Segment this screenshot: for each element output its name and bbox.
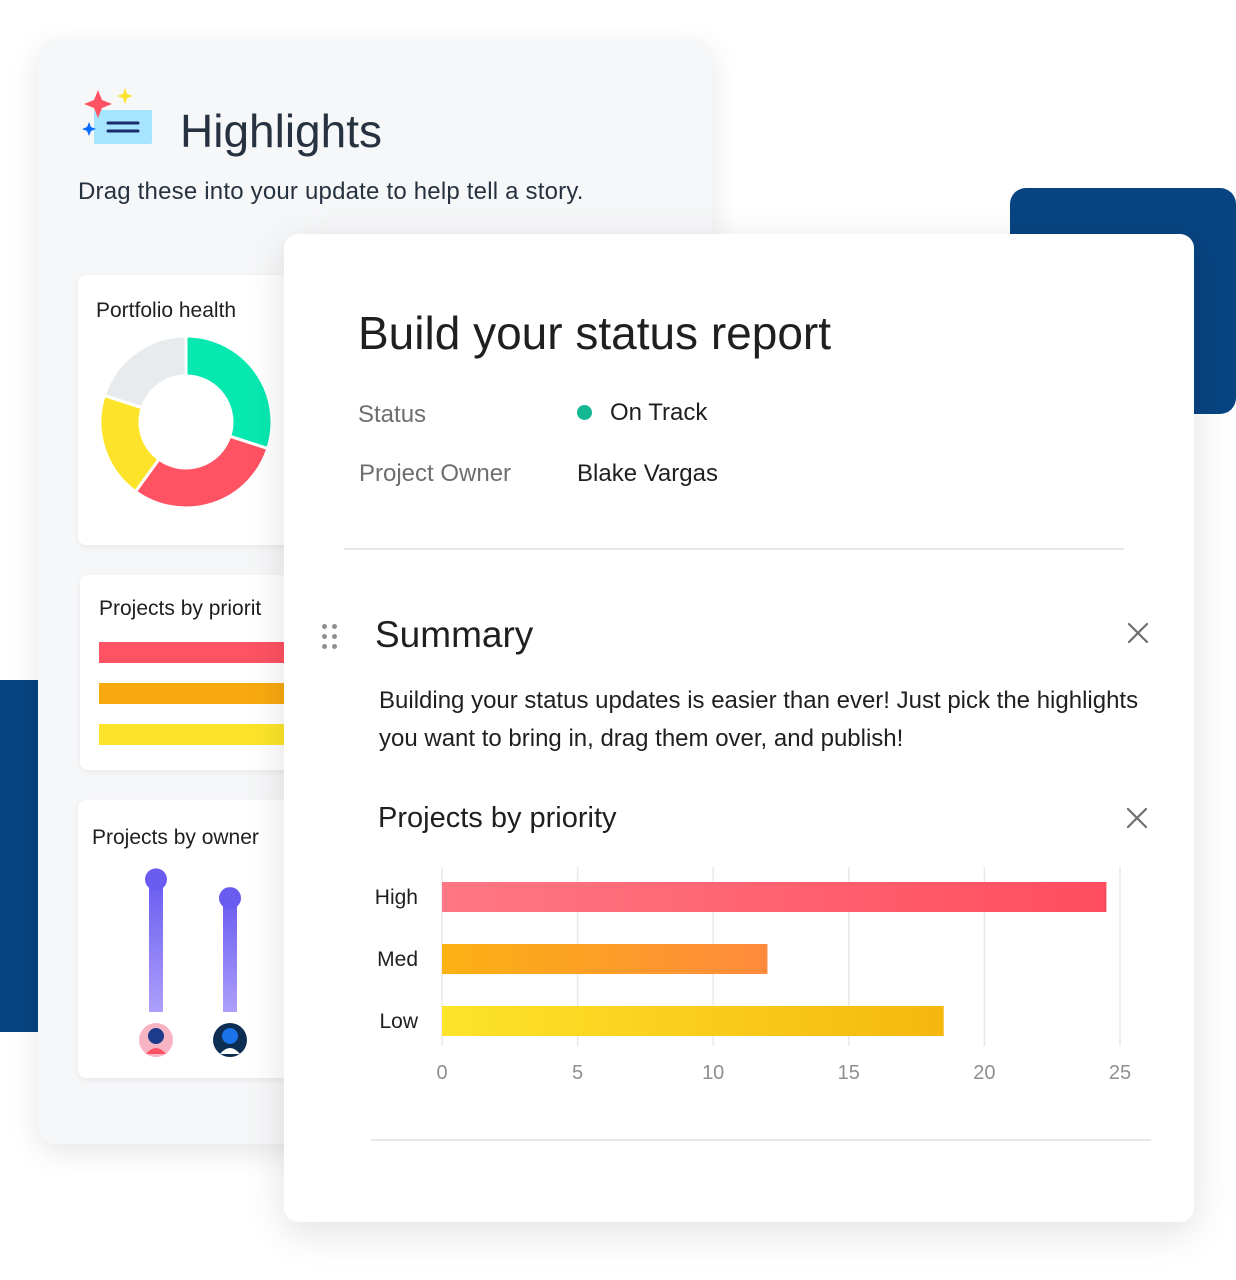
x-tick-label: 15 bbox=[838, 1062, 860, 1084]
x-tick-label: 25 bbox=[1109, 1062, 1131, 1084]
owner-bar-1 bbox=[223, 898, 237, 1012]
highlights-title: Highlights bbox=[180, 105, 382, 157]
owner-dot-1 bbox=[219, 887, 241, 910]
status-report-panel: Build your status report Status On Track… bbox=[284, 234, 1194, 1222]
avatar-head-0 bbox=[148, 1028, 164, 1044]
x-tick-label: 10 bbox=[702, 1062, 724, 1084]
owner-bar-0 bbox=[149, 879, 163, 1012]
bar-med[interactable] bbox=[442, 944, 768, 974]
owner-dot-0 bbox=[145, 868, 167, 891]
bar-low[interactable] bbox=[442, 1006, 944, 1036]
stage: Highlights Drag these into your update t… bbox=[0, 0, 1236, 1280]
x-tick-label: 20 bbox=[973, 1062, 995, 1084]
donut-segment-1 bbox=[133, 434, 270, 510]
sparkle-message-icon bbox=[82, 88, 152, 144]
highlights-subtitle: Drag these into your update to help tell… bbox=[78, 178, 584, 205]
avatar-head-1 bbox=[222, 1028, 238, 1044]
donut-segment-0 bbox=[184, 334, 274, 451]
y-category-label: Med bbox=[377, 948, 418, 971]
projects-by-priority-card-title: Projects by priorit bbox=[99, 597, 262, 620]
projects-by-priority-chart: 0 5 10 15 20 25 High Med Low bbox=[375, 867, 1131, 1084]
y-category-label: Low bbox=[379, 1010, 418, 1033]
divider-bottom bbox=[371, 1139, 1151, 1141]
x-tick-label: 0 bbox=[436, 1062, 447, 1084]
bar-high[interactable] bbox=[442, 882, 1107, 912]
y-category-label: High bbox=[375, 886, 418, 909]
x-tick-label: 5 bbox=[572, 1062, 583, 1084]
donut-segment-3 bbox=[102, 334, 188, 410]
